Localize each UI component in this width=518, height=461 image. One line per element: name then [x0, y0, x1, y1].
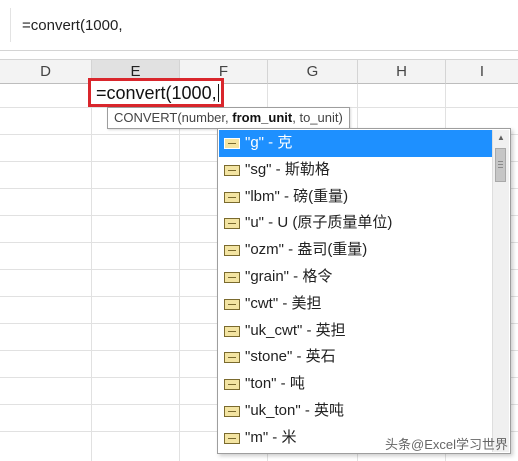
tooltip-function-name[interactable]: CONVERT( — [114, 110, 182, 125]
unit-option-label: "m" - 米 — [245, 428, 297, 446]
unit-option-label: "sg" - 斯勒格 — [245, 160, 330, 178]
function-icon — [224, 405, 240, 417]
unit-option[interactable]: "u" - U (原子质量单位) — [219, 210, 493, 237]
active-cell-formula: =convert(1000, — [96, 83, 217, 103]
column-header-g[interactable]: G — [268, 60, 358, 84]
function-argument-tooltip: CONVERT(number, from_unit, to_unit) — [107, 107, 350, 129]
text-cursor — [217, 84, 219, 102]
function-icon — [224, 352, 240, 364]
unit-option-label: "u" - U (原子质量单位) — [245, 214, 393, 232]
tooltip-arg-to-unit[interactable]: to_unit — [299, 110, 338, 125]
function-icon — [224, 218, 240, 230]
autocomplete-dropdown[interactable]: "g" - 克 "sg" - 斯勒格 "lbm" - 磅(重量) "u" - U… — [217, 128, 511, 454]
function-icon — [224, 191, 240, 203]
function-icon — [224, 298, 240, 310]
unit-option-label: "cwt" - 美担 — [245, 294, 322, 312]
unit-options-list: "g" - 克 "sg" - 斯勒格 "lbm" - 磅(重量) "u" - U… — [219, 130, 493, 452]
function-icon — [224, 432, 240, 444]
unit-option-label: "uk_cwt" - 英担 — [245, 321, 346, 339]
unit-option[interactable]: "uk_cwt" - 英担 — [219, 318, 493, 345]
function-icon — [224, 379, 240, 391]
function-icon — [224, 271, 240, 283]
dropdown-scrollbar[interactable]: ▲ — [492, 130, 509, 452]
function-icon — [224, 325, 240, 337]
unit-option-label: "uk_ton" - 英吨 — [245, 401, 345, 419]
function-icon — [224, 245, 240, 257]
column-header-i[interactable]: I — [446, 60, 518, 84]
unit-option[interactable]: "grain" - 格令 — [219, 264, 493, 291]
unit-option-label: "ozm" - 盎司(重量) — [245, 241, 368, 259]
function-icon — [224, 164, 240, 176]
column-header-d[interactable]: D — [0, 60, 92, 84]
watermark-text: 头条@Excel学习世界 — [385, 437, 508, 452]
formula-bar[interactable]: =convert(1000, — [0, 0, 518, 51]
scrollbar-thumb[interactable] — [495, 148, 506, 182]
unit-option-label: "g" - 克 — [245, 134, 293, 151]
column-header-h[interactable]: H — [358, 60, 446, 84]
tooltip-arg-number[interactable]: number — [182, 110, 225, 125]
unit-option[interactable]: "ozm" - 盎司(重量) — [219, 237, 493, 264]
tooltip-arg-from-unit[interactable]: from_unit — [232, 110, 292, 125]
triangle-up-icon[interactable]: ▲ — [493, 130, 509, 146]
active-cell-editor[interactable]: =convert(1000, — [88, 78, 224, 107]
unit-option[interactable]: "stone" - 英石 — [219, 344, 493, 371]
function-icon — [224, 138, 240, 149]
unit-option[interactable]: "ton" - 吨 — [219, 371, 493, 398]
unit-option[interactable]: "sg" - 斯勒格 — [219, 157, 493, 184]
formula-bar-gap — [0, 51, 518, 60]
formula-bar-divider — [10, 8, 11, 42]
unit-option-label: "stone" - 英石 — [245, 348, 336, 366]
unit-option-label: "grain" - 格令 — [245, 267, 333, 285]
formula-bar-text: =convert(1000, — [22, 17, 123, 34]
unit-option-label: "ton" - 吨 — [245, 375, 305, 393]
unit-option[interactable]: "cwt" - 美担 — [219, 291, 493, 318]
unit-option[interactable]: "lbm" - 磅(重量) — [219, 184, 493, 211]
unit-option-label: "lbm" - 磅(重量) — [245, 187, 349, 205]
active-cell-text: =convert(1000, — [96, 83, 219, 104]
unit-option[interactable]: "g" - 克 — [219, 130, 493, 157]
tooltip-close-paren: ) — [338, 110, 343, 125]
unit-option[interactable]: "uk_ton" - 英吨 — [219, 398, 493, 425]
